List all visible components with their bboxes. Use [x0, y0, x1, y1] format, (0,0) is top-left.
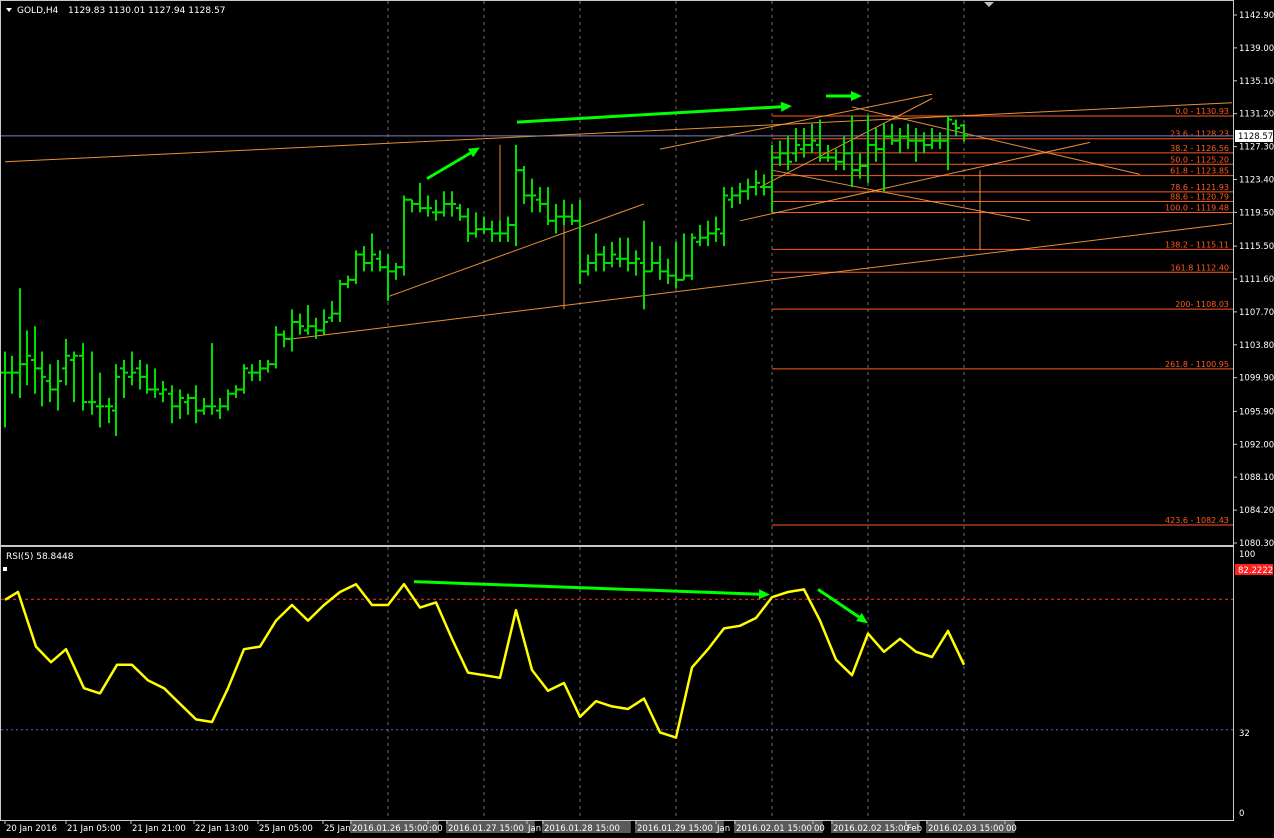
fib-level-label: 0.0 - 1130.93 — [1175, 107, 1229, 116]
fib-level-label: 200- 1108.03 — [1175, 300, 1229, 309]
price-tick-label: 1099.90 — [1239, 374, 1274, 384]
price-tick-label: 1135.10 — [1239, 77, 1274, 87]
time-tick-label: 25 Jan — [324, 824, 351, 834]
price-tick-label: 1084.20 — [1239, 506, 1274, 516]
price-tick-label: 1095.90 — [1239, 407, 1274, 417]
rsi-level-label: 82.2222 — [1238, 566, 1273, 576]
price-tick-label: 1119.50 — [1239, 208, 1274, 218]
time-tick-label: Jan — [716, 824, 730, 834]
time-tick-label: 00 — [1006, 824, 1017, 834]
price-chart[interactable]: 0.0 - 1130.93 23.6 - 1128.23 38.2 - 1126.5… — [0, 0, 1274, 834]
price-tick-label: 1111.60 — [1239, 275, 1274, 285]
time-tick-label: Feb — [907, 824, 922, 834]
time-tick-label: 2016.01.26 15:00 — [352, 824, 428, 834]
chart-background — [0, 0, 1274, 834]
fib-level-label: 100.0 - 1119.48 — [1165, 204, 1229, 213]
price-tick-label: 1080.30 — [1239, 539, 1274, 549]
time-tick-label: Jan — [527, 824, 541, 834]
time-tick-label: 2016.01.29 15:00 — [637, 824, 713, 834]
fib-level-label: 38.2 - 1126.56 — [1170, 144, 1229, 153]
time-tick-label: 20 Jan 2016 — [6, 824, 57, 834]
chart-window[interactable]: 0.0 - 1130.93 23.6 - 1128.23 38.2 - 1126.5… — [0, 0, 1274, 834]
price-tick-label: 1123.40 — [1239, 175, 1274, 185]
time-tick-label: 2016.01.27 15:00 — [448, 824, 524, 834]
fib-level-label: 50.0 - 1125.20 — [1170, 155, 1229, 164]
rsi-left-marker — [3, 567, 7, 571]
rsi-scale-top: 100 — [1239, 550, 1255, 560]
fib-level-label: 88.6 - 1120.79 — [1170, 192, 1229, 201]
fib-level-label: 138.2 - 1115.11 — [1165, 240, 1229, 249]
price-tick-label: 1103.80 — [1239, 341, 1274, 351]
time-tick-label: 2016.02.03 15:00 — [928, 824, 1004, 834]
ohlc-label: 1129.83 1130.01 1127.94 1128.57 — [68, 6, 225, 16]
fib-level-label: 161.8 1112.40 — [1170, 263, 1229, 272]
fib-level-label: 61.8 - 1123.85 — [1170, 167, 1229, 176]
time-tick-label: 25 Jan 05:00 — [259, 824, 313, 834]
time-tick-label: 2016.02.01 15:00 — [736, 824, 812, 834]
time-tick-label: :00 — [429, 824, 443, 834]
time-tick-label: 00 — [814, 824, 825, 834]
rsi-scale-0: 0 — [1239, 809, 1244, 819]
price-tick-label: 1115.50 — [1239, 242, 1274, 252]
fib-level-label: 261.8 - 1100.95 — [1165, 360, 1229, 369]
time-tick-label: 2016.01.28 15:00 — [544, 824, 620, 834]
price-tick-label: 1092.00 — [1239, 440, 1274, 450]
price-tick-label: 1139.00 — [1239, 44, 1274, 54]
price-tick-label: 1127.30 — [1239, 143, 1274, 153]
fib-level-label: 78.6 - 1121.93 — [1170, 183, 1229, 192]
rsi-scale-32: 32 — [1239, 729, 1250, 739]
fib-level-label: 423.6 - 1082.43 — [1165, 516, 1229, 525]
fib-level-label: 23.6 - 1128.23 — [1170, 130, 1229, 139]
price-tick-label: 1107.70 — [1239, 308, 1274, 318]
time-tick-label: 21 Jan 21:00 — [132, 824, 186, 834]
price-tick-label: 1131.20 — [1239, 110, 1274, 120]
time-tick-label: 2016.02.02 15:00 — [833, 824, 909, 834]
time-tick-label: 22 Jan 13:00 — [195, 824, 249, 834]
price-tick-label: 1088.10 — [1239, 473, 1274, 483]
time-tick-label: 21 Jan 05:00 — [67, 824, 121, 834]
rsi-title: RSI(5) 58.8448 — [6, 552, 74, 562]
price-tick-label: 1142.90 — [1239, 11, 1274, 21]
symbol-label[interactable]: GOLD,H4 — [17, 6, 59, 16]
last-price-label: 1128.57 — [1238, 132, 1273, 142]
